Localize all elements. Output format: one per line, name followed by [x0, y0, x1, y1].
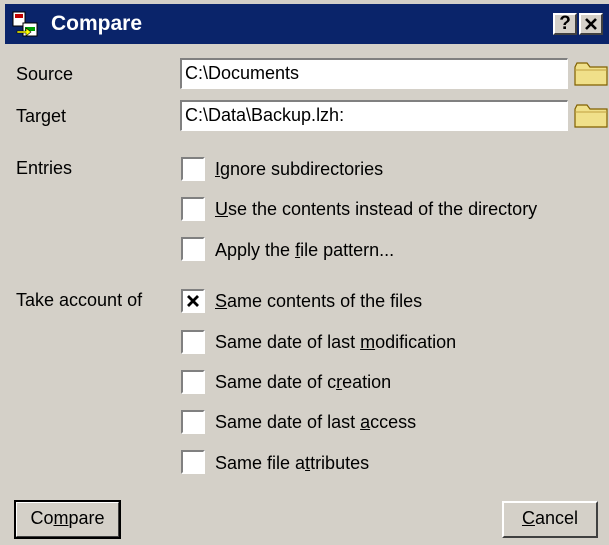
cancel-button[interactable]: Cancel [502, 501, 598, 538]
use-contents-label[interactable]: Use the contents instead of the director… [215, 198, 537, 220]
compare-dialog: Compare ? Source C:\Documents Target C:\… [0, 0, 609, 545]
same-modification-date-checkbox[interactable] [181, 330, 205, 354]
same-creation-date-checkbox[interactable] [181, 370, 205, 394]
close-button[interactable] [579, 13, 603, 35]
ignore-subdirectories-checkbox[interactable] [181, 157, 205, 181]
same-access-date-checkbox[interactable] [181, 410, 205, 434]
source-label: Source [16, 64, 74, 84]
window-title: Compare [51, 12, 143, 35]
help-button[interactable]: ? [553, 13, 577, 35]
use-contents-checkbox[interactable] [181, 197, 205, 221]
entries-label: Entries [16, 158, 73, 178]
same-file-attributes-label[interactable]: Same file attributes [215, 452, 369, 474]
same-creation-date-label[interactable]: Same date of creation [215, 371, 391, 393]
compare-button[interactable]: Compare [14, 500, 121, 539]
target-label: Target [16, 106, 67, 126]
source-input[interactable]: C:\Documents [180, 58, 568, 89]
close-icon [585, 18, 597, 30]
same-contents-label[interactable]: Same contents of the files [215, 290, 422, 312]
folder-icon[interactable] [574, 61, 608, 87]
target-input[interactable]: C:\Data\Backup.lzh: [180, 100, 568, 131]
same-modification-date-label[interactable]: Same date of last modification [215, 331, 456, 353]
apply-file-pattern-checkbox[interactable] [181, 237, 205, 261]
same-contents-checkbox[interactable] [181, 289, 205, 313]
folder-icon[interactable] [574, 103, 608, 129]
take-account-label: Take account of [16, 290, 143, 310]
compare-app-icon [12, 11, 38, 37]
apply-file-pattern-label[interactable]: Apply the file pattern... [215, 239, 394, 261]
title-bar[interactable]: Compare ? [5, 4, 609, 44]
check-mark-icon [187, 295, 199, 307]
ignore-subdirectories-label[interactable]: Ignore subdirectories [215, 158, 383, 180]
same-file-attributes-checkbox[interactable] [181, 450, 205, 474]
same-access-date-label[interactable]: Same date of last access [215, 411, 416, 433]
